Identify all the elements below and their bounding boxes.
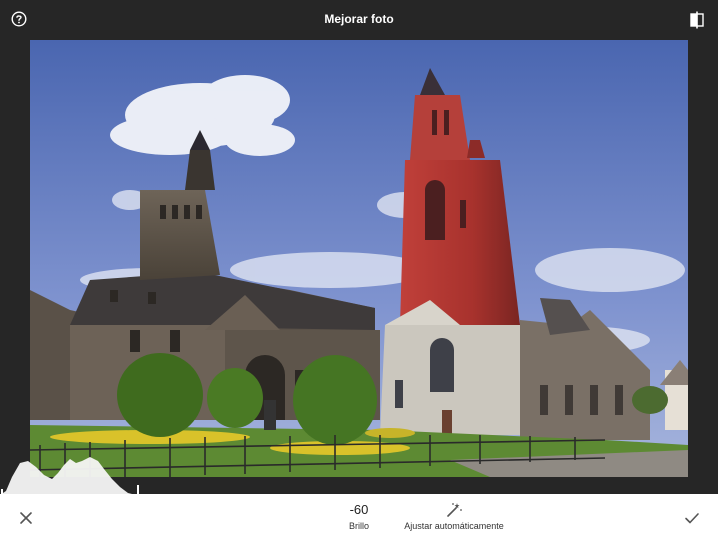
brightness-value[interactable]: -60 [333,502,385,517]
magic-wand-icon [445,502,463,518]
compare-split-icon[interactable] [690,11,706,29]
brightness-histogram [0,455,140,495]
edited-photo[interactable] [30,40,688,477]
brightness-label: Brillo [348,521,369,531]
top-bar: Mejorar foto [0,0,718,40]
confirm-button[interactable] [680,506,704,530]
cancel-button[interactable] [14,506,38,530]
photo-canvas [0,40,718,494]
page-title: Mejorar foto [324,12,394,26]
bottom-toolbar: -60 Brillo Ajustar automáticamente [0,494,718,539]
auto-adjust-label: Ajustar automáticamente [404,521,504,531]
check-icon [685,513,699,524]
close-icon [20,512,32,524]
auto-adjust-button[interactable]: Ajustar automáticamente [400,500,508,536]
